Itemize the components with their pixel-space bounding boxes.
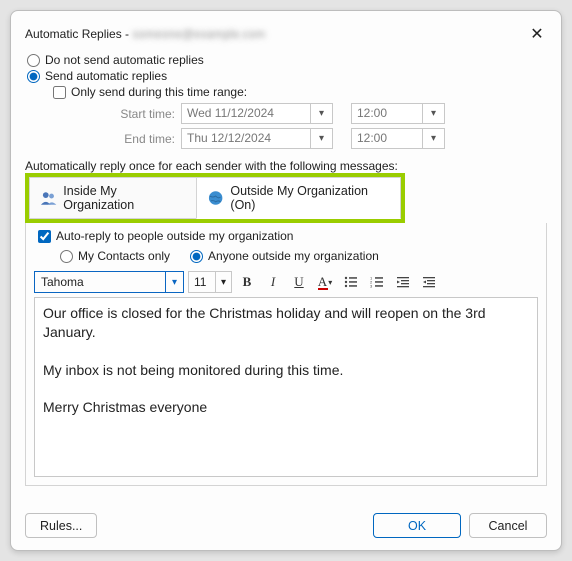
chevron-down-icon[interactable]: ▾ [165,272,183,292]
italic-button[interactable]: I [262,271,284,293]
time-range-grid: Start time: Wed 11/12/2024 ▾ 12:00 ▾ End… [71,103,547,149]
send-radio-row[interactable]: Send automatic replies [27,69,547,83]
globe-icon [207,189,224,207]
tab-outside-organization[interactable]: Outside My Organization (On) [196,177,401,219]
automatic-replies-dialog: Automatic Replies - someone@example.com … [10,10,562,551]
cancel-button-label: Cancel [489,519,528,533]
send-label: Send automatic replies [45,69,167,83]
numbered-list-button[interactable]: 1 2 3 [366,271,388,293]
outside-scope-radios: My Contacts only Anyone outside my organ… [58,247,538,265]
contacts-only-radio[interactable] [60,250,73,263]
time-range-label: Only send during this time range: [71,85,247,99]
close-icon[interactable]: ✕ [527,24,547,44]
bullet-list-icon [343,274,359,290]
font-name-value: Tahoma [35,275,165,289]
font-color-button[interactable]: A▾ [314,271,336,293]
time-range-check-row[interactable]: Only send during this time range: [53,85,547,99]
autoreply-outside-label: Auto-reply to people outside my organiza… [56,229,293,243]
end-time-label: End time: [71,132,181,146]
numbered-list-icon: 1 2 3 [369,274,385,290]
font-size-select[interactable]: 11 ▾ [188,271,232,293]
dialog-title: Automatic Replies - someone@example.com [25,27,265,41]
start-time-dropdown-icon[interactable]: ▾ [423,103,445,124]
tab-strip: Inside My Organization Outside My Organi… [29,177,401,219]
title-account: someone@example.com [132,27,265,41]
rules-button[interactable]: Rules... [25,513,97,538]
start-date-field[interactable]: Wed 11/12/2024 [181,103,311,124]
end-time-field[interactable]: 12:00 [351,128,423,149]
start-time-field[interactable]: 12:00 [351,103,423,124]
cancel-button[interactable]: Cancel [469,513,547,538]
dont-send-radio-row[interactable]: Do not send automatic replies [27,53,547,67]
outside-panel: Auto-reply to people outside my organiza… [25,223,547,486]
tab-outside-label: Outside My Organization (On) [230,184,390,212]
anyone-radio[interactable] [190,250,203,263]
autoreply-outside-check-row[interactable]: Auto-reply to people outside my organiza… [38,229,538,243]
autoreply-outside-checkbox[interactable] [38,230,51,243]
send-radio[interactable] [27,70,40,83]
indent-icon [421,274,437,290]
tabs-highlight: Inside My Organization Outside My Organi… [25,173,405,223]
format-toolbar: Tahoma ▾ 11 ▾ B I U A▾ [34,271,538,293]
underline-button[interactable]: U [288,271,310,293]
people-icon [40,189,57,207]
font-name-select[interactable]: Tahoma ▾ [34,271,184,293]
end-time-dropdown-icon[interactable]: ▾ [423,128,445,149]
tab-inside-organization[interactable]: Inside My Organization [29,177,196,219]
title-prefix: Automatic Replies - [25,27,132,41]
start-date-dropdown-icon[interactable]: ▾ [311,103,333,124]
contacts-only-label: My Contacts only [78,249,170,263]
dialog-footer: Rules... OK Cancel [25,513,547,538]
contacts-only-row[interactable]: My Contacts only [60,249,170,263]
end-date-dropdown-icon[interactable]: ▾ [311,128,333,149]
rules-button-label: Rules... [40,519,82,533]
outdent-button[interactable] [392,271,414,293]
ok-button[interactable]: OK [373,513,461,538]
outdent-icon [395,274,411,290]
tab-inside-label: Inside My Organization [63,184,186,212]
time-range-checkbox[interactable] [53,86,66,99]
anyone-label: Anyone outside my organization [208,249,379,263]
section-label: Automatically reply once for each sender… [25,159,547,173]
end-date-field[interactable]: Thu 12/12/2024 [181,128,311,149]
titlebar: Automatic Replies - someone@example.com … [25,23,547,45]
message-editor[interactable]: Our office is closed for the Christmas h… [34,297,538,477]
start-time-label: Start time: [71,107,181,121]
ok-button-label: OK [408,519,426,533]
font-size-value: 11 [189,275,215,289]
chevron-down-icon[interactable]: ▾ [215,272,231,292]
svg-text:3: 3 [370,284,373,289]
indent-button[interactable] [418,271,440,293]
chevron-down-icon: ▾ [328,278,332,287]
anyone-row[interactable]: Anyone outside my organization [190,249,379,263]
dont-send-label: Do not send automatic replies [45,53,204,67]
dont-send-radio[interactable] [27,54,40,67]
bullet-list-button[interactable] [340,271,362,293]
bold-button[interactable]: B [236,271,258,293]
